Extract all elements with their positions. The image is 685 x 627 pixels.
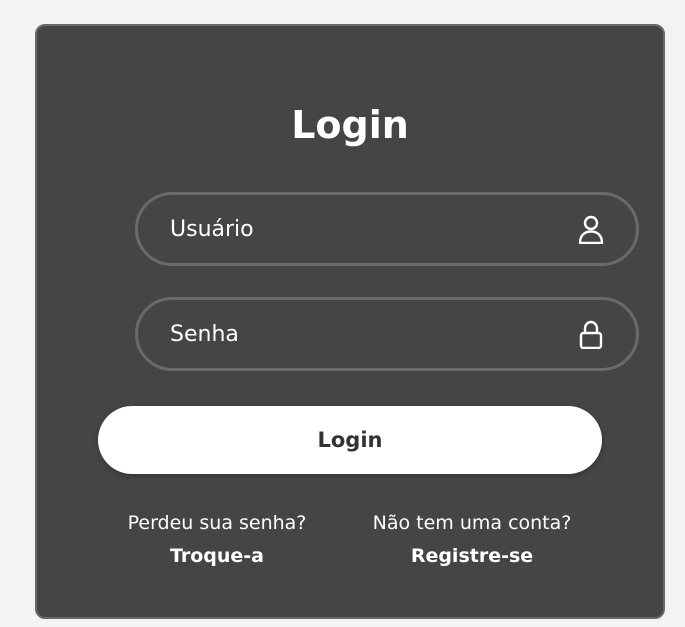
reset-password-link[interactable]: Troque-a xyxy=(98,540,336,573)
register-prompt: Não tem uma conta? xyxy=(372,512,572,534)
username-input[interactable] xyxy=(168,195,548,263)
lock-icon xyxy=(579,320,603,349)
password-field[interactable] xyxy=(135,297,639,371)
forgot-password-block: Perdeu sua senha? Troque-a xyxy=(98,507,336,573)
auth-links: Perdeu sua senha? Troque-a Não tem uma c… xyxy=(98,507,602,573)
login-button[interactable]: Login xyxy=(98,406,602,474)
register-block: Não tem uma conta? Registre-se xyxy=(342,507,602,573)
password-input[interactable] xyxy=(168,300,548,368)
register-link[interactable]: Registre-se xyxy=(342,540,602,573)
user-icon xyxy=(578,215,604,244)
forgot-password-prompt: Perdeu sua senha? xyxy=(127,512,307,534)
login-title: Login xyxy=(291,103,409,147)
username-field[interactable] xyxy=(135,192,639,266)
